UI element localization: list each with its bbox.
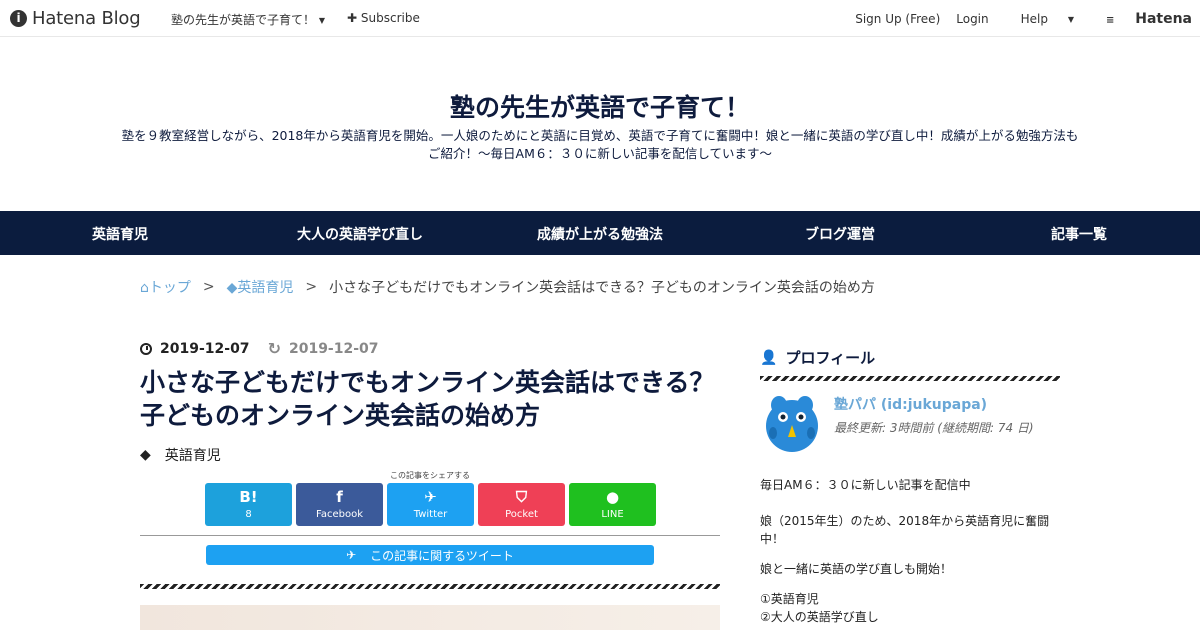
blog-name-dropdown[interactable]: 塾の先生が英語で子育て！ ▼ xyxy=(171,11,325,28)
breadcrumb-current: 小さな子どもだけでもオンライン英会話はできる？子どものオンライン英会話の始め方 xyxy=(329,280,875,296)
profile-last-update: 最終更新: 3時間前 (継続期間: 74 日) xyxy=(834,421,1034,435)
published-date[interactable]: 2019-12-07 xyxy=(160,341,250,357)
clock-icon xyxy=(140,342,152,355)
person-icon: 👤 xyxy=(760,349,778,366)
updated-date: 2019-12-07 xyxy=(288,340,379,357)
subscribe-button[interactable]: ✚ Subscribe xyxy=(347,11,420,25)
striped-divider xyxy=(140,584,720,589)
hatena-bookmark-icon: B! xyxy=(239,488,258,506)
help-dropdown[interactable]: Help ▼ xyxy=(1005,12,1074,26)
pocket-icon: ⛉ xyxy=(515,488,528,506)
logo-text: Hatena Blog xyxy=(32,7,141,29)
subscribe-label: Subscribe xyxy=(360,11,420,25)
tag-icon: ◆ xyxy=(226,280,238,296)
related-tweets-button[interactable]: ✈ この記事に関するツイート xyxy=(206,545,654,565)
nav-item-study-methods[interactable]: 成績が上がる勉強法 xyxy=(537,224,663,244)
description-line: ご紹介！～毎日AM６：３０に新しい記事を配信しています～ xyxy=(428,146,772,161)
breadcrumb-separator: > xyxy=(202,279,215,295)
share-caption: この記事をシェアする xyxy=(390,471,470,480)
signup-link[interactable]: Sign Up (Free) xyxy=(855,12,940,26)
breadcrumb-separator: > xyxy=(305,279,318,295)
breadcrumb-top[interactable]: ⌂トップ xyxy=(140,277,191,297)
profile-avatar[interactable] xyxy=(763,393,821,453)
tag-icon: ◆ xyxy=(140,447,151,463)
caret-down-icon: ▼ xyxy=(318,16,325,25)
nav-item-adult-english[interactable]: 大人の英語学び直し xyxy=(297,224,423,244)
breadcrumb-top-label: トップ xyxy=(148,280,191,296)
twitter-label: Twitter xyxy=(413,509,448,520)
twitter-icon: ✈ xyxy=(424,488,437,506)
line-label: LINE xyxy=(601,509,624,520)
category-nav: 英語育児 大人の英語学び直し 成績が上がる勉強法 ブログ運営 記事一覧 xyxy=(0,211,1200,255)
login-link[interactable]: Login xyxy=(956,12,988,26)
pocket-share-button[interactable]: ⛉ Pocket xyxy=(478,483,565,526)
article-categories: ◆ 英語育児 xyxy=(140,445,221,465)
profile-text: 中！ xyxy=(760,532,785,546)
profile-text: ②大人の英語学び直し xyxy=(760,610,879,624)
article-dates: 2019-12-07 ↻ 2019-12-07 xyxy=(140,339,379,358)
profile-text: 娘（2015年生）のため、2018年から英語育児に奮闘 xyxy=(760,514,1050,528)
twitter-share-button[interactable]: ✈ Twitter xyxy=(387,483,474,526)
profile-heading: 👤 プロフィール xyxy=(760,347,875,368)
breadcrumb: ⌂トップ > ◆英語育児 > 小さな子どもだけでもオンライン英会話はできる？子ど… xyxy=(140,277,875,297)
facebook-label: Facebook xyxy=(316,509,363,520)
related-tweets-label: この記事に関するツイート xyxy=(370,548,514,563)
breadcrumb-category-label: 英語育児 xyxy=(237,280,294,296)
global-header: i Hatena Blog 塾の先生が英語で子育て！ ▼ ✚ Subscribe… xyxy=(0,0,1200,37)
breadcrumb-category[interactable]: ◆英語育児 xyxy=(227,277,294,297)
nav-item-blog-management[interactable]: ブログ運営 xyxy=(805,224,875,244)
line-icon: ● xyxy=(605,488,620,506)
pocket-label: Pocket xyxy=(505,509,538,520)
twitter-icon: ✈ xyxy=(346,548,357,562)
caret-down-icon: ▼ xyxy=(1067,15,1074,24)
hatena-blog-logo[interactable]: i Hatena Blog xyxy=(10,7,141,29)
nav-item-english-parenting[interactable]: 英語育児 xyxy=(92,224,148,244)
profile-text: ①英語育児 xyxy=(760,592,819,606)
profile-text: 娘と一緒に英語の学び直しも開始！ xyxy=(760,562,953,576)
hatena-label: Hatena xyxy=(1135,11,1192,27)
divider xyxy=(140,535,720,536)
hatena-mark-icon: ≡ xyxy=(1105,15,1115,26)
account-menu: Sign Up (Free) Login Help ▼ ≡ Hatena xyxy=(839,11,1192,27)
nav-item-all-articles[interactable]: 記事一覧 xyxy=(1051,224,1107,244)
facebook-icon: f xyxy=(336,488,343,506)
hatena-bookmark-button[interactable]: B! 8 xyxy=(205,483,292,526)
description-line: 塾を９教室経営しながら、2018年から英語育児を開始。一人娘のためにと英語に目覚… xyxy=(121,128,1079,143)
article-title[interactable]: 小さな子どもだけでもオンライン英会話はできる？子どものオンライン英会話の始め方 xyxy=(140,366,720,432)
updated-icon: ↻ xyxy=(267,339,281,358)
hatena-logo[interactable]: ≡ Hatena xyxy=(1090,11,1192,27)
help-label: Help xyxy=(1020,12,1048,26)
facebook-share-button[interactable]: f Facebook xyxy=(296,483,383,526)
share-buttons: B! 8 f Facebook ✈ Twitter ⛉ Pocket ● LIN… xyxy=(205,483,660,526)
blog-title[interactable]: 塾の先生が英語で子育て！ xyxy=(0,88,1200,124)
blog-name-label: 塾の先生が英語で子育て！ xyxy=(171,13,316,27)
article-category-link[interactable]: 英語育児 xyxy=(165,445,221,465)
plus-icon: ✚ xyxy=(347,11,358,25)
striped-divider xyxy=(760,376,1060,381)
hatena-logo-icon: i xyxy=(10,9,27,27)
profile-heading-label: プロフィール xyxy=(785,349,876,367)
article-hero-image xyxy=(140,605,720,630)
blog-description: 塾を９教室経営しながら、2018年から英語育児を開始。一人娘のためにと英語に目覚… xyxy=(100,127,1100,163)
profile-text: 毎日AM６：３０に新しい記事を配信中 xyxy=(760,478,971,492)
profile-name-link[interactable]: 塾パパ (id:jukupapa) xyxy=(834,394,987,414)
home-icon: ⌂ xyxy=(140,280,149,296)
bookmark-count: 8 xyxy=(245,509,252,520)
line-share-button[interactable]: ● LINE xyxy=(569,483,656,526)
